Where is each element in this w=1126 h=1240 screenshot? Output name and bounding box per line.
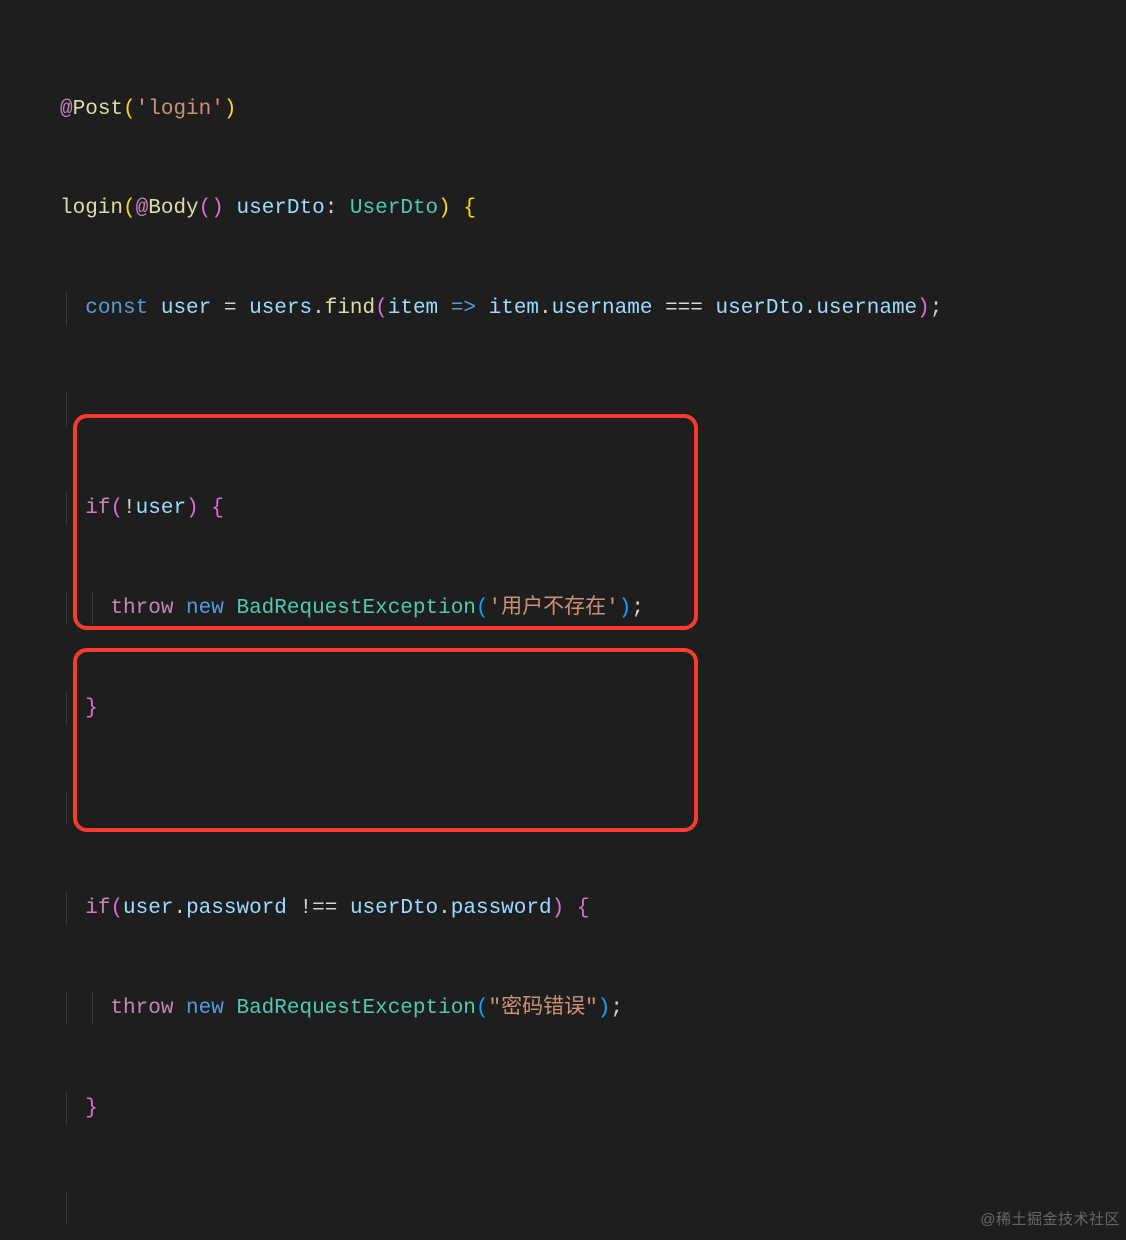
code-line: login(@Body() userDto: UserDto) { [60,192,1126,225]
user-var: user [161,297,211,320]
watermark: @稀土掘金技术社区 [980,1203,1120,1236]
code-line: throw new BadRequestException('用户不存在'); [60,592,1126,625]
code-line: if(user.password !== userDto.password) { [60,892,1126,925]
code-line [60,792,1126,825]
code-editor: @Post('login') login(@Body() userDto: Us… [0,0,1126,1240]
method-name: login [60,197,123,220]
code-line: if(!user) { [60,492,1126,525]
code-line: @Post('login') [60,93,1126,126]
param-name: userDto [236,197,324,220]
code-line: } [60,692,1126,725]
code-line: const user = users.find(item => item.use… [60,292,1126,325]
code-line [60,392,1126,425]
param-type: UserDto [350,197,438,220]
route-string: 'login' [136,98,224,121]
error-string: '用户不存在' [489,597,619,620]
decorator-at: @ [60,98,73,121]
code-line: } [60,1092,1126,1125]
error-string: "密码错误" [489,997,598,1020]
decorator-name: Post [73,98,123,121]
code-line [60,1191,1126,1224]
exception-class: BadRequestException [236,597,475,620]
code-line: throw new BadRequestException("密码错误"); [60,992,1126,1025]
